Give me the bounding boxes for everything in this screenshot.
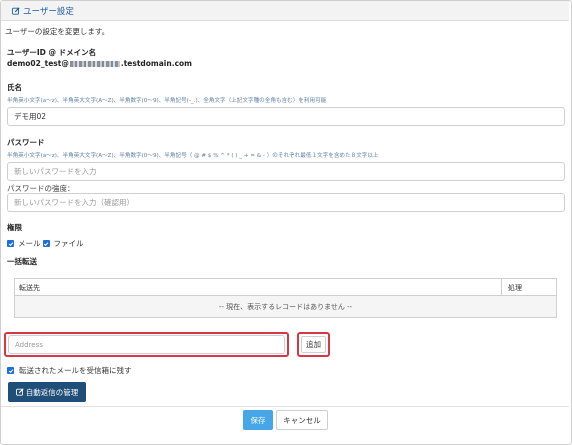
file-label: ファイル <box>53 239 84 248</box>
panel-header: ユーザー設定 <box>1 1 569 21</box>
user-id-label: ユーザーID @ ドメイン名 <box>7 48 97 57</box>
address-input[interactable]: Address <box>8 335 285 354</box>
check-icon <box>8 241 13 246</box>
cancel-button[interactable]: キャンセル <box>276 410 328 430</box>
permissions-label: 権限 <box>7 223 22 232</box>
edit-icon <box>15 388 24 396</box>
auto-reply-label: 自動返信の管理 <box>25 387 79 397</box>
column-separator <box>501 279 502 296</box>
password-hint: 半角英小文字(a〜z)、半角英大文字(A〜Z)、半角数字(0〜9)、半角記号（ … <box>7 153 379 159</box>
check-icon <box>43 241 49 246</box>
table-header: 転送先 処理 <box>15 279 556 296</box>
empty-row: -- 現在、表示するレコードはありません -- <box>15 296 556 317</box>
mail-label: メール <box>18 239 41 248</box>
user-id-suffix: .testdomain.com <box>120 59 192 68</box>
name-input[interactable]: デモ用02 <box>7 107 565 126</box>
redacted-domain <box>69 60 120 67</box>
permissions-row: メール ファイル <box>7 238 84 249</box>
check-icon <box>8 368 13 373</box>
edit-icon <box>12 6 20 15</box>
name-label: 氏名 <box>7 83 22 92</box>
page-title: ユーザー設定 <box>23 6 74 17</box>
keep-copy-row: 転送されたメールを受信箱に残す <box>7 365 132 376</box>
auto-reply-button[interactable]: 自動返信の管理 <box>8 382 86 402</box>
password-input[interactable]: 新しいパスワードを入力 <box>7 162 565 181</box>
save-button[interactable]: 保存 <box>243 410 273 430</box>
password-confirm-input[interactable]: 新しいパスワードを入力（確認用） <box>7 193 565 212</box>
forwarding-label: 一括転送 <box>7 257 37 266</box>
keep-copy-checkbox[interactable] <box>7 367 14 374</box>
user-id-prefix: demo02_test@ <box>7 59 69 68</box>
name-hint: 半角英小文字(a〜z)、半角英大文字(A〜Z)、半角数字(0〜9)、半角記号(-… <box>7 98 327 104</box>
password-label: パスワード <box>7 138 45 147</box>
forwarding-table: 転送先 処理 -- 現在、表示するレコードはありません -- <box>14 278 557 318</box>
column-destination: 転送先 <box>19 284 40 292</box>
column-action: 処理 <box>508 284 522 292</box>
file-checkbox[interactable] <box>42 240 50 247</box>
add-button[interactable]: 追加 <box>301 336 326 353</box>
user-id-value: demo02_test@ .testdomain.com <box>7 59 192 68</box>
page-description: ユーザーの設定を変更します。 <box>5 27 110 36</box>
footer-divider <box>1 406 569 407</box>
mail-checkbox[interactable] <box>7 240 14 247</box>
keep-copy-label: 転送されたメールを受信箱に残す <box>19 366 132 375</box>
